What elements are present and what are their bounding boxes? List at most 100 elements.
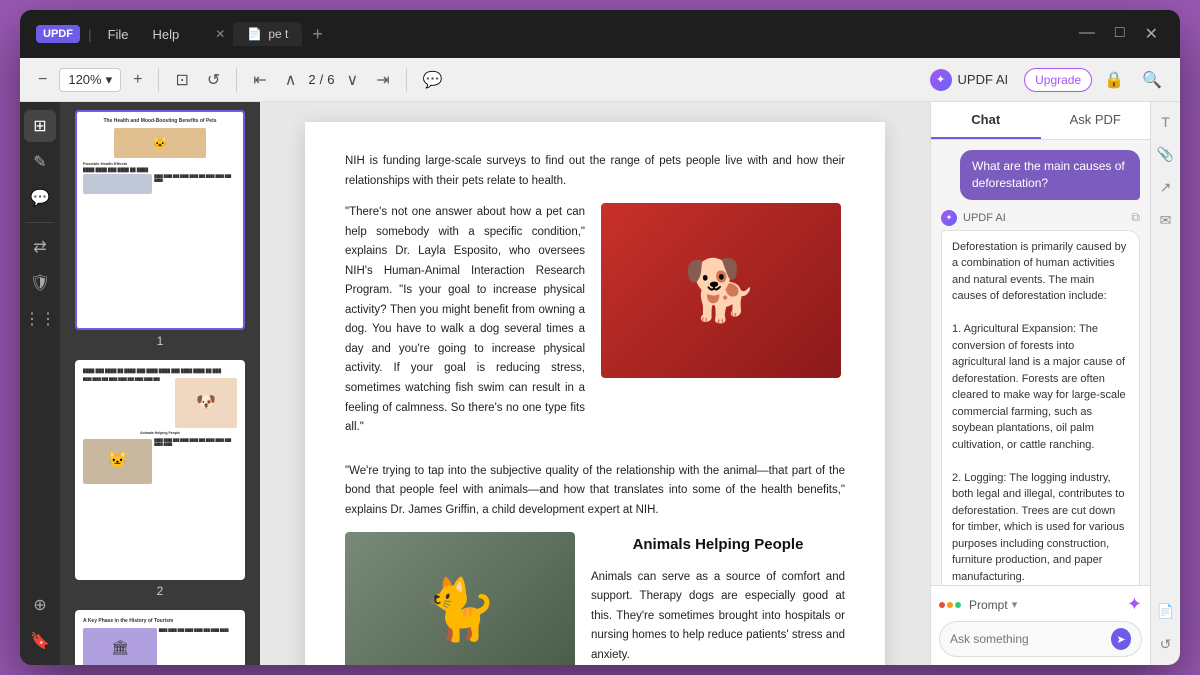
sidebar-convert-icon[interactable]: ⇄ — [24, 231, 56, 263]
tab-bar: ✕ 📄 pe t + — [211, 22, 1061, 47]
ai-label: UPDF AI — [958, 72, 1009, 87]
app-window: UPDF | File Help ✕ 📄 pe t + — □ ✕ − 120%… — [20, 10, 1180, 665]
prompt-text: Prompt — [969, 598, 1008, 612]
ai-side-ocr-icon[interactable]: T — [1157, 110, 1174, 134]
ai-response-icon: ✦ — [941, 210, 957, 226]
tab-chat[interactable]: Chat — [931, 102, 1041, 139]
ai-side-doc-icon[interactable]: 📄 — [1153, 599, 1178, 624]
comment-toolbar-button[interactable]: 💬 — [417, 66, 449, 94]
page-sep: / — [320, 72, 324, 87]
pdf-section-title: Animals Helping People — [591, 532, 845, 558]
pdf-section-text: Animals Helping People Animals can serve… — [591, 532, 845, 665]
pdf-cat-image: 🐈 — [345, 532, 575, 665]
pdf-area[interactable]: NIH is funding large-scale surveys to fi… — [260, 102, 930, 665]
sidebar-comment-icon[interactable]: 💬 — [24, 182, 56, 214]
page-display: 2 / 6 — [308, 72, 334, 87]
zoom-in-button[interactable]: + — [127, 67, 148, 93]
tab-add-button[interactable]: + — [306, 22, 329, 47]
help-menu[interactable]: Help — [145, 23, 188, 46]
ai-panel: Chat Ask PDF What are the main causes of… — [930, 102, 1150, 665]
updf-logo: UPDF — [36, 25, 80, 43]
prompt-chevron-icon: ▾ — [1012, 598, 1018, 611]
pdf-section-row: 🐈 Animals Helping People Animals can ser… — [345, 532, 845, 665]
sidebar-edit-icon[interactable]: ✎ — [24, 146, 56, 178]
user-message: What are the main causes of deforestatio… — [960, 150, 1140, 200]
tab-close-icon[interactable]: ✕ — [211, 25, 229, 43]
dot-green — [955, 602, 961, 608]
pdf-text: NIH is funding large-scale surveys to fi… — [345, 152, 845, 665]
ai-icon: ✦ — [930, 69, 952, 91]
ai-side-share-icon[interactable]: ↗ — [1156, 175, 1176, 200]
pdf-para-3: "We're trying to tap into the subjective… — [345, 462, 845, 521]
divider-3 — [406, 68, 407, 92]
tab-ask-pdf[interactable]: Ask PDF — [1041, 102, 1151, 139]
send-button[interactable]: ➤ — [1111, 628, 1131, 650]
sidebar-bookmark-icon[interactable]: 🔖 — [24, 625, 56, 657]
ai-side-stamp-icon[interactable]: ✉ — [1156, 208, 1176, 233]
pdf-col-left: "There's not one answer about how a pet … — [345, 203, 585, 450]
prompt-dots-icon — [939, 602, 961, 608]
ai-sparkle-icon: ✦ — [1127, 594, 1142, 615]
pdf-col-right: 🐕 — [601, 203, 845, 450]
nav-first-button[interactable]: ⇤ — [247, 66, 272, 94]
file-menu[interactable]: File — [100, 23, 137, 46]
thumbnail-2[interactable]: ████ ███ ████ ██ ████ ███ ████ ████ ███ … — [75, 360, 245, 580]
lock-button[interactable]: 🔒 — [1098, 66, 1130, 94]
main-content: ⊞ ✎ 💬 ⇄ 🛡 ⋮⋮ ⊕ 🔖 The Health and Mood-Boo… — [20, 102, 1180, 665]
copy-button[interactable]: ⧉ — [1131, 210, 1140, 225]
sidebar-pages-icon[interactable]: ⊞ — [24, 110, 56, 142]
nav-down-button[interactable]: ∨ — [341, 66, 365, 94]
dot-yellow — [947, 602, 953, 608]
maximize-button[interactable]: □ — [1109, 22, 1131, 46]
thumbnail-panel: The Health and Mood-Boosting Benefits of… — [60, 102, 260, 665]
prompt-input[interactable] — [950, 632, 1105, 646]
sidebar-protect-icon[interactable]: 🛡 — [24, 267, 56, 299]
sidebar-layers-icon[interactable]: ⊕ — [24, 589, 56, 621]
tab-item[interactable]: 📄 pe t — [233, 22, 302, 46]
minimize-button[interactable]: — — [1073, 22, 1101, 46]
pdf-para-2: "There's not one answer about how a pet … — [345, 203, 585, 438]
tab-label: pe t — [268, 27, 288, 41]
thumbnail-num-1: 1 — [157, 334, 164, 348]
sidebar-organize-icon[interactable]: ⋮⋮ — [24, 303, 56, 335]
pdf-page: NIH is funding large-scale surveys to fi… — [305, 122, 885, 665]
ai-tabs: Chat Ask PDF — [931, 102, 1150, 140]
upgrade-button[interactable]: Upgrade — [1024, 68, 1092, 92]
thumbnail-1[interactable]: The Health and Mood-Boosting Benefits of… — [75, 110, 245, 330]
toolbar: − 120% ▾ + ⊡ ↺ ⇤ ∧ 2 / 6 ∨ ⇥ 💬 ✦ UPDF AI… — [20, 58, 1180, 102]
zoom-chevron: ▾ — [106, 72, 113, 88]
thumbnail-item-1: The Health and Mood-Boosting Benefits of… — [68, 110, 252, 348]
thumbnail-item-2: ████ ███ ████ ██ ████ ███ ████ ████ ███ … — [68, 360, 252, 598]
page-current: 2 — [308, 72, 315, 87]
search-button[interactable]: 🔍 — [1136, 66, 1168, 94]
ai-side-attachment-icon[interactable]: 📎 — [1153, 142, 1178, 167]
zoom-display[interactable]: 120% ▾ — [59, 68, 121, 92]
left-sidebar-icons: ⊞ ✎ 💬 ⇄ 🛡 ⋮⋮ ⊕ 🔖 — [20, 102, 60, 665]
prompt-area: Prompt ▾ ✦ ➤ — [931, 585, 1150, 665]
nav-last-button[interactable]: ⇥ — [370, 66, 395, 94]
prompt-input-row: ➤ — [939, 621, 1142, 657]
ai-messages: What are the main causes of deforestatio… — [931, 140, 1150, 585]
pet-image: 🐕 — [601, 203, 841, 378]
pdf-two-col: "There's not one answer about how a pet … — [345, 203, 845, 450]
rotate-button[interactable]: ↺ — [201, 66, 226, 94]
ai-name: UPDF AI — [963, 212, 1006, 224]
tab-pdf-icon: 📄 — [247, 27, 262, 41]
dot-red — [939, 602, 945, 608]
thumbnail-3[interactable]: A Key Phase in the History of Tourism 🏛 … — [75, 610, 245, 665]
window-controls: — □ ✕ — [1073, 22, 1164, 46]
thumbnail-item-3: A Key Phase in the History of Tourism 🏛 … — [68, 610, 252, 665]
prompt-header: Prompt ▾ ✦ — [939, 594, 1142, 615]
close-button[interactable]: ✕ — [1139, 22, 1164, 46]
title-bar: UPDF | File Help ✕ 📄 pe t + — □ ✕ — [20, 10, 1180, 58]
ai-side-refresh-icon[interactable]: ↺ — [1156, 632, 1176, 657]
fit-page-button[interactable]: ⊡ — [169, 66, 194, 94]
ai-response-header: ✦ UPDF AI ⧉ — [941, 210, 1140, 226]
title-bar-left: UPDF | File Help — [36, 23, 187, 46]
title-divider: | — [88, 26, 92, 42]
zoom-out-button[interactable]: − — [32, 67, 53, 93]
prompt-label: Prompt ▾ — [939, 598, 1017, 612]
nav-up-button[interactable]: ∧ — [279, 66, 303, 94]
updf-ai-button[interactable]: ✦ UPDF AI — [920, 64, 1019, 96]
zoom-level: 120% — [68, 72, 101, 87]
